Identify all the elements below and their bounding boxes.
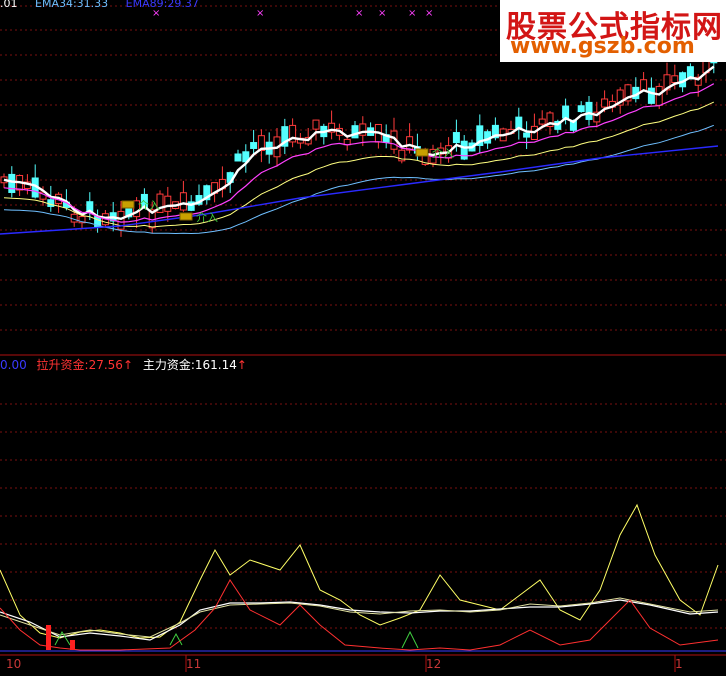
signal-label-2: 介入	[432, 147, 454, 160]
legend-lashengzijin: 拉升资金:27.56	[36, 358, 123, 372]
x-marker-1: ×	[256, 8, 264, 19]
candle-body-69	[538, 118, 546, 125]
candle-body-66	[515, 116, 523, 129]
candle-body-6	[47, 199, 55, 207]
signal-marker-2	[415, 148, 429, 157]
candle-body-86	[671, 75, 679, 84]
signal-marker-1	[179, 212, 193, 221]
lashengzijin-line	[0, 579, 719, 651]
watermark-url: www.gszb.com	[510, 34, 695, 59]
watermark-logo: 股票公式指标网 www.gszb.com	[500, 0, 726, 62]
candle-body-32	[250, 142, 258, 149]
x-tick-11: 11	[186, 657, 202, 671]
candle-body-52	[406, 136, 414, 151]
legend-item-1: .01	[0, 0, 18, 10]
stock-chart: 介入介入介入×××××××	[0, 5, 726, 672]
candle-body-40	[312, 119, 320, 130]
candle-body-67	[523, 132, 531, 138]
legend-ema34: EMA34:31.33	[35, 0, 109, 10]
legend-item-0: 0.00	[0, 358, 27, 372]
candle-body-1	[8, 173, 16, 193]
indicator-green-spike-3	[401, 630, 419, 649]
candle-body-83	[647, 87, 655, 104]
indicator-red-bar-2	[70, 640, 75, 650]
x-tick-12: 12	[426, 657, 442, 671]
candle-body-30	[234, 153, 242, 162]
candle-body-45	[351, 125, 359, 139]
candle-body-58	[452, 132, 460, 144]
zhulizijin-arrow: ↑	[236, 358, 247, 372]
x-tick-10: 10	[6, 657, 22, 671]
price-legend: .01 EMA34:31.33 EMA89:29.37	[0, 0, 213, 11]
x-marker-4: ×	[408, 8, 416, 19]
candle-body-84	[655, 85, 663, 106]
candle-body-72	[562, 105, 570, 119]
indicator-legend: 0.00 拉升资金:27.56↑ 主力资金:161.14↑	[0, 356, 253, 372]
lashengzijin-arrow: ↑	[122, 358, 134, 372]
legend-ema89: EMA89:29.37	[125, 0, 199, 10]
candle-body-21	[164, 195, 172, 212]
x-marker-2: ×	[355, 8, 363, 19]
x-marker-3: ×	[378, 8, 386, 19]
signal-label-1: 介入	[196, 211, 218, 224]
candle-body-75	[585, 101, 593, 120]
signal-label-0: 介入	[138, 199, 160, 212]
x-marker-5: ×	[425, 8, 433, 19]
signal-marker-0	[121, 200, 135, 209]
x-tick-1: 1	[675, 657, 683, 671]
candle-body-74	[577, 105, 585, 113]
candle-body-77	[601, 98, 609, 108]
legend-zhulizijin: 主力资金:161.14	[142, 358, 237, 372]
candle-body-23	[179, 192, 187, 211]
indicator-red-bar-1	[46, 625, 51, 650]
ma-yellow-line	[3, 101, 715, 228]
